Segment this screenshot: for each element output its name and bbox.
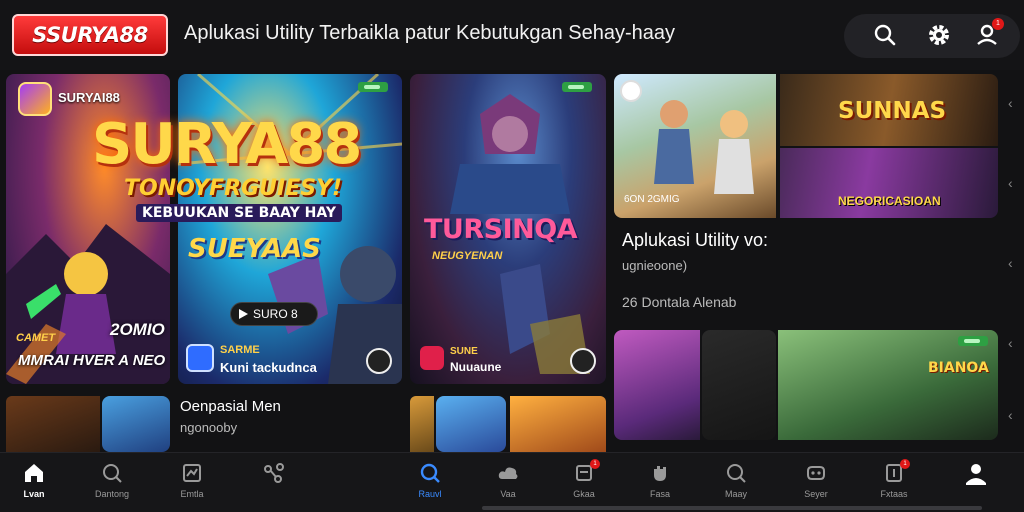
cloud-icon bbox=[498, 467, 518, 479]
card-badge bbox=[958, 336, 988, 346]
search-icon bbox=[420, 463, 440, 483]
nav-label: Lvan bbox=[23, 489, 45, 499]
nav-label: Emtla bbox=[180, 489, 204, 499]
game-title: SUEYAAS bbox=[188, 234, 321, 264]
nav-label: Rauvl bbox=[418, 489, 442, 499]
card-badge bbox=[562, 82, 592, 92]
section-title[interactable]: Oenpasial Men bbox=[180, 398, 281, 415]
settings-icon[interactable] bbox=[570, 348, 596, 374]
thumbnail-3[interactable]: BIANOA bbox=[778, 330, 998, 440]
heart-icon bbox=[420, 346, 444, 370]
app-avatar bbox=[18, 82, 52, 116]
nav-label: Vaa bbox=[500, 489, 516, 499]
thumbnail-caption: 6ON 2GMIG bbox=[624, 194, 680, 205]
scroll-arrow-icon[interactable]: ‹ bbox=[1008, 408, 1022, 422]
card-caption: Kuni tackudnca bbox=[220, 360, 317, 375]
search-icon[interactable] bbox=[872, 22, 898, 48]
card-tag: SARME bbox=[220, 344, 260, 356]
page-title: Aplukasi Utility Terbaikla patur Kebutuk… bbox=[184, 22, 676, 44]
thumbnail-6[interactable] bbox=[410, 396, 434, 452]
section-subtitle: ngonooby bbox=[180, 420, 238, 435]
thumbnail-8[interactable] bbox=[510, 396, 606, 452]
app-meta: 26 Dontala Alenab bbox=[622, 294, 737, 310]
thumbnail-5[interactable] bbox=[102, 396, 170, 452]
nav-label: Fxtaas bbox=[880, 489, 908, 499]
nav-item-cloud[interactable]: Vaa bbox=[476, 461, 540, 509]
home-icon bbox=[25, 464, 43, 482]
shield-icon bbox=[186, 344, 214, 372]
hero-brand-title: SURYA88 bbox=[92, 112, 362, 177]
nav-item-charts[interactable]: Emtla bbox=[160, 461, 224, 509]
banner-caption: NEGORICASIOAN bbox=[838, 194, 941, 208]
game-title: TURSINQA bbox=[424, 214, 578, 245]
banner-bottom[interactable]: NEGORICASIOAN bbox=[780, 148, 998, 218]
nav-label: Seyer bbox=[804, 489, 828, 499]
brand-logo[interactable]: SSURYA88 bbox=[12, 14, 168, 56]
app-icon bbox=[620, 80, 642, 102]
search-icon bbox=[103, 464, 122, 483]
app-title[interactable]: Aplukasi Utility vo: bbox=[622, 230, 768, 251]
banner-top[interactable]: SUNNAS bbox=[780, 74, 998, 146]
nav-label: Fasa bbox=[649, 489, 670, 499]
nav-label: Gkaa bbox=[573, 489, 595, 499]
thumbnail-2[interactable] bbox=[702, 330, 776, 440]
nav-item-apps[interactable]: 1 Gkaa bbox=[552, 459, 616, 509]
nav-item-hand[interactable]: Fasa bbox=[628, 461, 692, 509]
card-caption: Nuuaune bbox=[450, 360, 502, 374]
app-subtitle: ugnieoone) bbox=[622, 258, 688, 273]
card-brand: SURYAI88 bbox=[58, 90, 120, 105]
thumbnail-1[interactable] bbox=[614, 330, 700, 440]
nav-badge: 1 bbox=[900, 459, 910, 469]
thumbnail-main[interactable]: 6ON 2GMIG bbox=[614, 74, 776, 218]
card-tag: CAMET bbox=[16, 332, 56, 344]
top-header: SSURYA88 Aplukasi Utility Terbaikla patu… bbox=[0, 0, 1024, 70]
nav-item-home[interactable]: Lvan bbox=[2, 461, 66, 509]
card-caption: MMRAI HVER A NEO bbox=[18, 352, 166, 369]
gear-icon[interactable] bbox=[926, 22, 952, 48]
nav-label: Maay bbox=[724, 489, 747, 499]
nav-item-profile[interactable] bbox=[944, 461, 1008, 509]
scroll-arrow-icon[interactable]: ‹ bbox=[1008, 336, 1022, 350]
nav-item-find[interactable]: Maay bbox=[704, 461, 768, 509]
chart-icon bbox=[183, 464, 201, 482]
hero-subtitle: KEBUUKAN SE BAAY HAY bbox=[136, 204, 342, 222]
card-tag: SUNE bbox=[450, 346, 478, 357]
card-badge bbox=[358, 82, 388, 92]
scroll-arrow-icon[interactable]: ‹ bbox=[1008, 96, 1022, 110]
notification-icon[interactable]: 1 bbox=[974, 18, 1004, 48]
card-number: 2OMIO bbox=[110, 320, 165, 339]
share-icon bbox=[264, 463, 284, 483]
bottom-navigation: Lvan Dantong Emtla Rauvl Vaa 1 Gkaa Fasa… bbox=[0, 452, 1024, 512]
thumbnail-4[interactable] bbox=[6, 396, 100, 452]
featured-card-3[interactable]: TURSINQA NEUGYENAN SUNE Nuuaune bbox=[410, 74, 606, 384]
logo-text: SSURYA88 bbox=[32, 23, 148, 47]
banner-title: BIANOA bbox=[928, 360, 989, 376]
notification-badge: 1 bbox=[992, 18, 1004, 30]
scroll-arrow-icon[interactable]: ‹ bbox=[1008, 256, 1022, 270]
game-icon bbox=[807, 466, 825, 480]
scroll-arrow-icon[interactable]: ‹ bbox=[1008, 176, 1022, 190]
nav-item-search[interactable]: Dantong bbox=[80, 461, 144, 509]
home-indicator bbox=[482, 506, 982, 510]
nav-item-share[interactable] bbox=[242, 461, 306, 509]
nav-item-games[interactable]: Seyer bbox=[784, 461, 848, 509]
game-subtitle: NEUGYENAN bbox=[432, 250, 503, 262]
nav-item-discover[interactable]: Rauvl bbox=[398, 461, 462, 509]
settings-icon[interactable] bbox=[366, 348, 392, 374]
nav-item-news[interactable]: 1 Fxtaas bbox=[862, 459, 926, 509]
nav-label: Dantong bbox=[94, 489, 130, 499]
hero-tagline: TONOYFRGUIESY! bbox=[124, 176, 343, 201]
thumbnail-7[interactable] bbox=[436, 396, 506, 452]
hand-icon bbox=[654, 466, 666, 481]
search-icon bbox=[727, 464, 746, 483]
banner-title: SUNNAS bbox=[838, 98, 947, 124]
play-pill[interactable]: SURO 8 bbox=[230, 302, 318, 326]
nav-badge: 1 bbox=[590, 459, 600, 469]
profile-icon bbox=[966, 464, 986, 485]
